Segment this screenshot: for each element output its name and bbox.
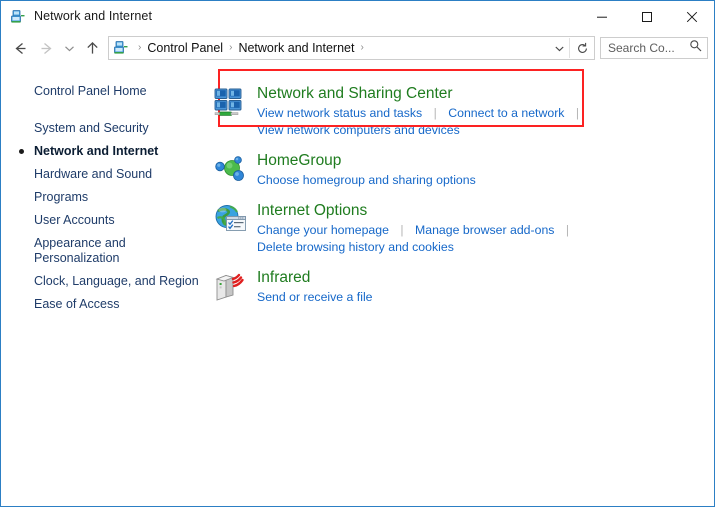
- sidebar-item-system-and-security[interactable]: System and Security: [2, 117, 207, 140]
- chevron-down-icon[interactable]: [549, 43, 569, 54]
- sidebar-item-ease-of-access[interactable]: Ease of Access: [2, 293, 207, 316]
- category-title[interactable]: Network and Sharing Center: [257, 84, 453, 104]
- category-links-row-2: View network computers and devices: [257, 122, 587, 139]
- link-view-network-computers-and-devices[interactable]: View network computers and devices: [257, 122, 460, 139]
- sidebar-item-appearance-and-personalization[interactable]: Appearance and Personalization: [2, 232, 207, 270]
- link-delete-browsing-history-and-cookies[interactable]: Delete browsing history and cookies: [257, 239, 454, 256]
- link-divider-trailing: |: [575, 106, 580, 120]
- sidebar-item-control-panel-home[interactable]: Control Panel Home: [2, 80, 207, 103]
- forward-arrow-icon[interactable]: [33, 35, 59, 61]
- link-manage-browser-add-ons[interactable]: Manage browser add-ons: [415, 222, 554, 239]
- breadcrumb-control-panel[interactable]: Control Panel: [145, 41, 225, 55]
- refresh-icon[interactable]: [569, 38, 594, 58]
- network-sharing-center-icon: [213, 86, 247, 120]
- category-body: Infrared Send or receive a file: [257, 268, 373, 306]
- sidebar-item-hardware-and-sound[interactable]: Hardware and Sound: [2, 163, 207, 186]
- homegroup-icon: [213, 153, 247, 187]
- link-choose-homegroup-and-sharing-options[interactable]: Choose homegroup and sharing options: [257, 172, 476, 189]
- control-panel-window: Network and Internet › Control Panel › N…: [0, 0, 715, 507]
- up-arrow-icon[interactable]: [79, 35, 105, 61]
- infrared-icon: [213, 270, 247, 304]
- category-internet-options: Internet Options Change your homepage | …: [207, 195, 715, 262]
- sidebar-item-label: Network and Internet: [34, 144, 159, 158]
- maximize-button[interactable]: [624, 1, 669, 32]
- category-body: Internet Options Change your homepage | …: [257, 201, 577, 256]
- link-divider-trailing: |: [565, 223, 570, 237]
- bullet-icon: [19, 149, 24, 154]
- category-title[interactable]: HomeGroup: [257, 151, 341, 171]
- sidebar-item-network-and-internet[interactable]: Network and Internet: [2, 140, 207, 163]
- breadcrumb-network-and-internet[interactable]: Network and Internet: [236, 41, 356, 55]
- title-bar: Network and Internet: [1, 1, 714, 32]
- link-send-or-receive-a-file[interactable]: Send or receive a file: [257, 289, 373, 306]
- breadcrumb-separator-trailing[interactable]: ›: [356, 43, 367, 53]
- link-divider: |: [400, 223, 404, 237]
- sidebar: Control Panel Home System and Security N…: [2, 66, 207, 507]
- close-button[interactable]: [669, 1, 714, 32]
- category-title[interactable]: Internet Options: [257, 201, 367, 221]
- link-change-your-homepage[interactable]: Change your homepage: [257, 222, 389, 239]
- breadcrumb-separator: ›: [138, 42, 142, 53]
- category-title[interactable]: Infrared: [257, 268, 310, 288]
- network-folder-icon: [10, 9, 26, 25]
- control-panel-icon: [113, 40, 129, 56]
- category-links-row-1: Choose homegroup and sharing options: [257, 172, 476, 189]
- category-body: HomeGroup Choose homegroup and sharing o…: [257, 151, 476, 189]
- category-infrared: Infrared Send or receive a file: [207, 262, 715, 312]
- category-links-row-1: Change your homepage | Manage browser ad…: [257, 222, 577, 239]
- category-body: Network and Sharing Center View network …: [257, 84, 587, 139]
- category-network-and-sharing-center: Network and Sharing Center View network …: [207, 78, 715, 145]
- back-arrow-icon[interactable]: [7, 35, 33, 61]
- minimize-button[interactable]: [579, 1, 624, 32]
- search-placeholder: Search Co...: [608, 41, 675, 55]
- sidebar-item-clock-language-and-region[interactable]: Clock, Language, and Region: [2, 270, 207, 293]
- category-links-row-2: Delete browsing history and cookies: [257, 239, 577, 256]
- link-view-network-status-and-tasks[interactable]: View network status and tasks: [257, 105, 422, 122]
- content-area: Control Panel Home System and Security N…: [2, 66, 715, 507]
- window-controls: [579, 1, 714, 32]
- search-input[interactable]: Search Co...: [600, 37, 708, 59]
- window-title: Network and Internet: [34, 9, 153, 24]
- search-icon[interactable]: [689, 39, 702, 57]
- category-homegroup: HomeGroup Choose homegroup and sharing o…: [207, 145, 715, 195]
- address-toolbar: › Control Panel › Network and Internet ›…: [1, 32, 714, 64]
- sidebar-item-user-accounts[interactable]: User Accounts: [2, 209, 207, 232]
- address-bar[interactable]: › Control Panel › Network and Internet ›: [108, 36, 595, 60]
- sidebar-item-programs[interactable]: Programs: [2, 186, 207, 209]
- category-links-row-1: View network status and tasks | Connect …: [257, 105, 587, 122]
- link-divider: |: [433, 106, 437, 120]
- breadcrumb-separator: ›: [229, 42, 233, 53]
- link-connect-to-a-network[interactable]: Connect to a network: [448, 105, 564, 122]
- category-links-row-1: Send or receive a file: [257, 289, 373, 306]
- category-list: Network and Sharing Center View network …: [207, 66, 715, 507]
- internet-options-icon: [213, 203, 247, 237]
- recent-locations-chevron-icon[interactable]: [59, 35, 79, 61]
